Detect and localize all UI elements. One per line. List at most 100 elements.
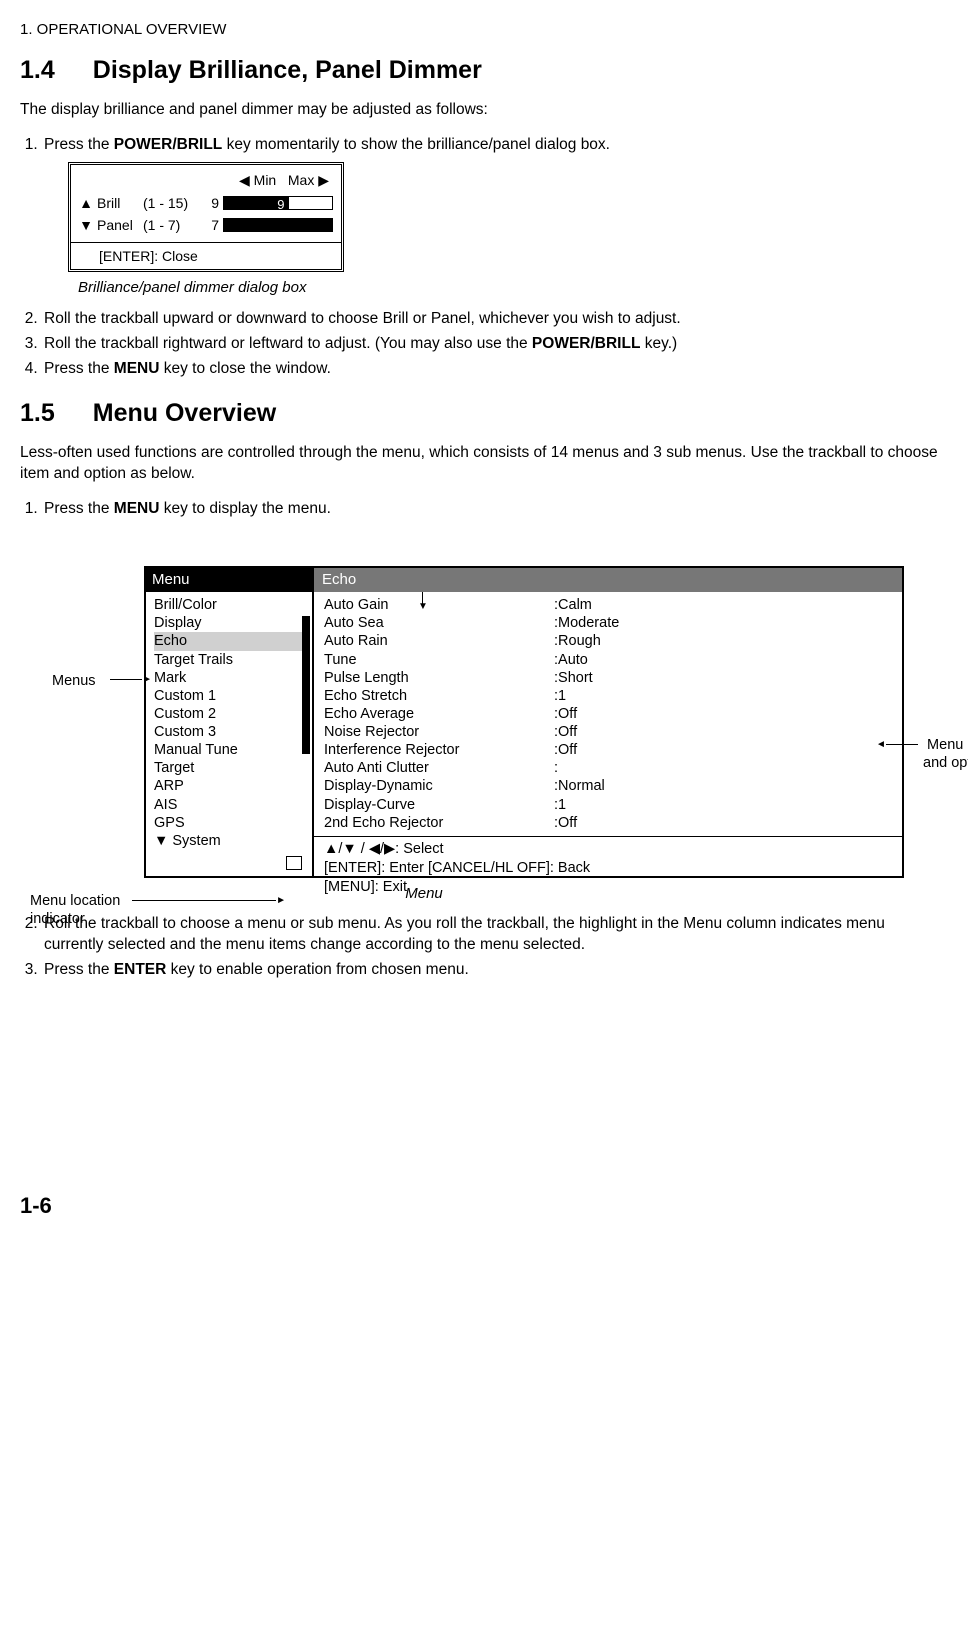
panel-range: (1 - 7) <box>143 216 201 235</box>
option-row[interactable]: Noise Rejector:Off <box>324 723 892 741</box>
brill-range: (1 - 15) <box>143 194 201 213</box>
callout-location-1: Menu location <box>30 892 120 912</box>
chapter-header: 1. OPERATIONAL OVERVIEW <box>20 20 948 40</box>
section-1-4-steps: Press the POWER/BRILL key momentarily to… <box>20 135 948 380</box>
option-value: :Off <box>554 741 577 759</box>
option-value: :Off <box>554 723 577 741</box>
menu-left-panel: Menu Brill/ColorDisplayEchoTarget Trails… <box>146 568 314 876</box>
section-number: 1.5 <box>20 397 55 431</box>
option-row[interactable]: Auto Anti Clutter: <box>324 759 892 777</box>
step-2: Roll the trackball upward or downward to… <box>42 309 948 330</box>
arrow-right-icon <box>132 900 276 901</box>
menu-right-panel: Echo Auto Gain:CalmAuto Sea:ModerateAuto… <box>314 568 902 876</box>
callout-items-1: Menu items <box>927 736 968 756</box>
menu-list-item[interactable]: ▼ System <box>154 832 308 850</box>
option-key: 2nd Echo Rejector <box>324 814 554 832</box>
menu-list-item[interactable]: AIS <box>154 796 308 814</box>
brilliance-dialog: ◀ Min Max ▶ ▲ Brill (1 - 15) 9 9 ▼ <box>68 162 344 273</box>
menu-list-item[interactable]: Echo <box>154 632 308 650</box>
step-4: Press the MENU key to close the window. <box>42 359 948 380</box>
menu-right-header: Echo <box>314 568 902 592</box>
panel-value: 7 <box>205 216 219 235</box>
brill-row: ▲ Brill (1 - 15) 9 9 <box>79 194 333 213</box>
menu-location-indicator <box>286 856 302 870</box>
option-value: :1 <box>554 796 566 814</box>
page-number: 1-6 <box>20 1191 52 1221</box>
option-key: Echo Stretch <box>324 687 554 705</box>
menu-list-item[interactable]: Manual Tune <box>154 741 308 759</box>
panel-row: ▼ Panel (1 - 7) 7 <box>79 216 333 235</box>
option-value: :Off <box>554 705 577 723</box>
scrollbar[interactable] <box>302 616 310 754</box>
menu-list-item[interactable]: Target <box>154 759 308 777</box>
option-key: Auto Anti Clutter <box>324 759 554 777</box>
step-3: Press the ENTER key to enable operation … <box>42 960 948 981</box>
option-value: :Off <box>554 814 577 832</box>
page: 1. OPERATIONAL OVERVIEW 1.4 Display Bril… <box>20 20 948 981</box>
section-title: Menu Overview <box>93 397 276 431</box>
option-key: Noise Rejector <box>324 723 554 741</box>
menu-list: Brill/ColorDisplayEchoTarget TrailsMarkC… <box>146 592 312 876</box>
menu-diagram: Currently selected menu Menus Menu items… <box>144 566 904 904</box>
brill-label: Brill <box>97 194 139 213</box>
menu-list-item[interactable]: ARP <box>154 777 308 795</box>
callout-items-2: and options <box>923 754 968 774</box>
brill-caption: Brilliance/panel dimmer dialog box <box>78 278 948 298</box>
step-1: Press the POWER/BRILL key momentarily to… <box>42 135 948 299</box>
option-row[interactable]: Interference Rejector:Off <box>324 741 892 759</box>
menu-list-item[interactable]: Mark <box>154 669 308 687</box>
option-value: :Auto <box>554 651 588 669</box>
brill-bar: 9 <box>223 196 333 210</box>
option-value: :Short <box>554 669 593 687</box>
option-value: : <box>554 759 558 777</box>
menu-list-item[interactable]: Target Trails <box>154 651 308 669</box>
menu-list-item[interactable]: Custom 2 <box>154 705 308 723</box>
callout-location-2: indicator <box>30 910 85 930</box>
menu-list-item[interactable]: Custom 3 <box>154 723 308 741</box>
section-1-5-heading: 1.5 Menu Overview <box>20 397 948 431</box>
option-key: Display-Dynamic <box>324 777 554 795</box>
option-row[interactable]: Auto Gain:Calm <box>324 596 892 614</box>
option-row[interactable]: 2nd Echo Rejector:Off <box>324 814 892 832</box>
menu-list-item[interactable]: Custom 1 <box>154 687 308 705</box>
menu-left-header: Menu <box>146 568 312 592</box>
menu-list-item[interactable]: Brill/Color <box>154 596 308 614</box>
menu-options: Auto Gain:CalmAuto Sea:ModerateAuto Rain… <box>314 592 902 837</box>
menu-list-item[interactable]: GPS <box>154 814 308 832</box>
brill-minmax: ◀ Min Max ▶ <box>79 171 333 190</box>
option-value: :Rough <box>554 632 601 650</box>
option-value: :Normal <box>554 777 605 795</box>
option-key: Tune <box>324 651 554 669</box>
step-3: Roll the trackball rightward or leftward… <box>42 334 948 355</box>
option-row[interactable]: Echo Stretch:1 <box>324 687 892 705</box>
section-1-4-heading: 1.4 Display Brilliance, Panel Dimmer <box>20 54 948 88</box>
section-1-5-steps: Press the MENU key to display the menu. … <box>20 499 948 981</box>
option-key: Auto Rain <box>324 632 554 650</box>
option-value: :1 <box>554 687 566 705</box>
menu-footer: ▲/▼ / ◀/▶: Select [ENTER]: Enter [CANCEL… <box>314 837 902 901</box>
option-key: Echo Average <box>324 705 554 723</box>
brill-footer: [ENTER]: Close <box>71 243 341 270</box>
down-arrow-icon: ▼ <box>79 216 93 235</box>
option-row[interactable]: Tune:Auto <box>324 651 892 669</box>
menu-list-item[interactable]: Display <box>154 614 308 632</box>
section-number: 1.4 <box>20 54 55 88</box>
callout-menus: Menus <box>52 672 96 692</box>
option-key: Auto Gain <box>324 596 554 614</box>
option-row[interactable]: Pulse Length:Short <box>324 669 892 687</box>
option-row[interactable]: Display-Curve:1 <box>324 796 892 814</box>
option-row[interactable]: Display-Dynamic:Normal <box>324 777 892 795</box>
step-1: Press the MENU key to display the menu. … <box>42 499 948 904</box>
option-value: :Calm <box>554 596 592 614</box>
brill-value: 9 <box>205 194 219 213</box>
option-value: :Moderate <box>554 614 619 632</box>
option-row[interactable]: Auto Rain:Rough <box>324 632 892 650</box>
section-1-4-intro: The display brilliance and panel dimmer … <box>20 100 948 121</box>
option-key: Interference Rejector <box>324 741 554 759</box>
section-1-5-intro: Less-often used functions are controlled… <box>20 443 948 485</box>
option-key: Auto Sea <box>324 614 554 632</box>
step-2: Roll the trackball to choose a menu or s… <box>42 914 948 956</box>
option-row[interactable]: Auto Sea:Moderate <box>324 614 892 632</box>
option-row[interactable]: Echo Average:Off <box>324 705 892 723</box>
up-arrow-icon: ▲ <box>79 194 93 213</box>
